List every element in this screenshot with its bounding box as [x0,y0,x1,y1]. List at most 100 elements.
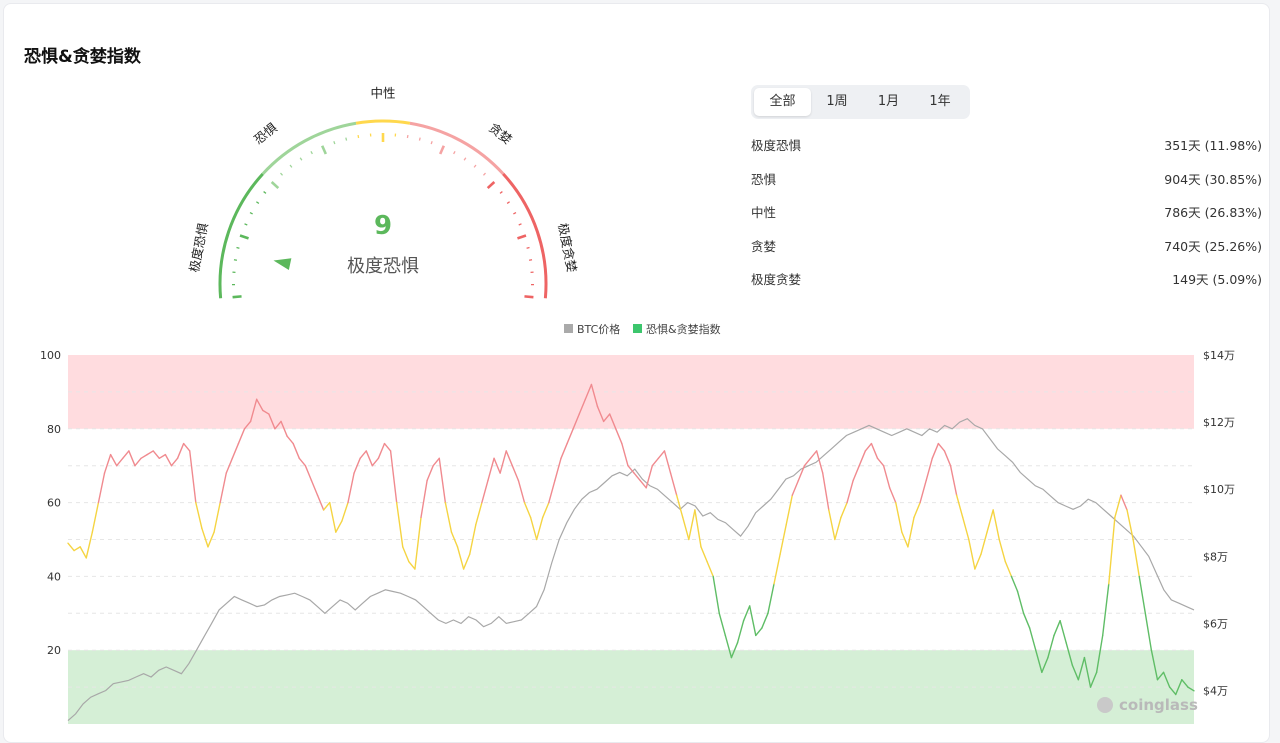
index-line-segment [829,510,835,540]
y-right-tick: $10万 [1203,483,1235,496]
gauge-tick [233,296,242,297]
index-line-segment [738,621,744,643]
y-left-tick: 60 [47,497,61,510]
y-left-tick: 100 [40,349,61,362]
index-line-segment [324,503,330,510]
index-line-segment [105,455,111,473]
index-line-segment [129,451,135,466]
watermark: coinglass [1119,696,1198,714]
index-line-segment [701,547,707,562]
gauge-tick [272,182,279,188]
gauge-tick [483,173,485,175]
stat-label: 中性 [751,202,776,235]
gauge-tick [264,192,266,194]
index-line-segment [415,517,421,569]
gauge-tick [322,146,326,154]
index-line-segment [1103,584,1109,636]
stat-label: 恐惧 [751,169,776,202]
y-right-tick: $8万 [1203,550,1228,563]
index-line-segment [111,455,117,466]
index-line-segment [287,436,293,443]
index-line-segment [1139,576,1145,613]
gauge-tick [334,141,335,144]
index-line-segment [549,480,555,502]
fear-greed-chart: BTC价格恐惧&贪婪指数10080604020$14万$12万$10万$8万$6… [4,314,1274,724]
tab-0[interactable]: 全部 [754,88,811,116]
index-line-segment [963,517,969,539]
index-line-segment [171,458,177,465]
index-line-segment [403,547,409,562]
index-line-segment [756,628,762,635]
tab-3[interactable]: 1年 [914,88,966,116]
index-line-segment [1005,562,1011,577]
index-line-segment [427,466,433,481]
index-line-segment [141,455,147,459]
gauge-tick [464,158,466,161]
tab-2[interactable]: 1月 [863,88,914,116]
index-line-segment [190,451,196,503]
index-line-segment [506,451,512,466]
index-line-segment [908,517,914,547]
index-line-segment [421,480,427,517]
y-right-tick: $4万 [1203,684,1228,697]
index-line-segment [713,576,719,613]
tab-1[interactable]: 1周 [811,88,863,116]
index-line-segment [987,510,993,532]
gauge-tick [290,165,292,167]
gauge-tick [519,224,522,225]
index-line-segment [378,444,384,459]
gauge-tick [500,192,502,194]
index-line-segment [1109,517,1115,583]
index-line-segment [543,503,549,518]
index-line-segment [1024,613,1030,628]
index-line-segment [330,503,336,533]
stat-value: 904天 (30.85%) [1164,169,1262,202]
index-line-segment [786,495,792,525]
index-line-segment [896,503,902,533]
index-line-segment [299,458,305,465]
index-line-segment [938,444,944,451]
index-line-segment [920,480,926,502]
gauge-tick [281,173,283,175]
gauge-tick [240,235,249,238]
gauge-tick [245,224,248,225]
index-line-segment [835,517,841,539]
index-line-segment [689,510,695,540]
gauge-label: 极度恐惧 [186,221,210,273]
gauge-tick [300,158,302,161]
gauge-tick [524,296,533,297]
index-line-segment [372,458,378,465]
index-line-segment [865,444,871,451]
y-left-tick: 80 [47,423,61,436]
index-line-segment [993,510,999,540]
stat-value: 149天 (5.09%) [1172,269,1262,302]
index-line-segment [397,503,403,547]
index-line-segment [518,480,524,502]
index-line-segment [762,613,768,628]
index-line-segment [695,510,701,547]
gauge-label: 极度贪婪 [555,222,579,274]
gauge-tick [419,138,420,141]
index-line-segment [232,444,238,459]
index-line-segment [1060,621,1066,643]
index-line-segment [823,473,829,510]
index-line-segment [1030,628,1036,650]
y-right-tick: $14万 [1203,349,1235,362]
index-line-segment [184,444,190,451]
index-line-segment [336,521,342,532]
index-line-segment [147,451,153,455]
index-line-segment [999,540,1005,562]
index-line-segment [524,503,530,518]
index-line-segment [944,451,950,466]
index-line-segment [537,517,543,539]
legend-swatch [564,324,573,333]
gauge-label: 贪婪 [486,120,515,148]
index-line-segment [871,444,877,459]
gauge-tick [474,165,476,167]
index-line-segment [202,528,208,546]
index-line-segment [238,429,244,444]
y-left-tick: 40 [47,570,61,583]
gauge-tick [250,213,253,214]
index-line-segment [476,503,482,525]
legend-swatch [633,324,642,333]
